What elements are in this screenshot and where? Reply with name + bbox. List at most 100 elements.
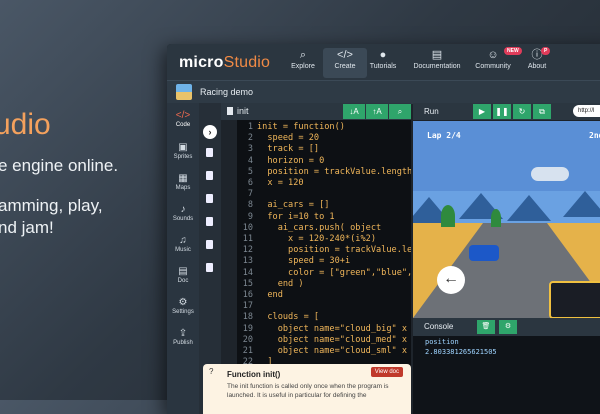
line-number: 17 (242, 301, 253, 312)
line-number: 7 (247, 189, 253, 200)
nav-label: Explore (291, 63, 315, 70)
race-position: 2nd (589, 131, 600, 140)
line-number: 11 (242, 234, 253, 244)
sidebar-label: Sprites (173, 154, 193, 160)
code-line: clouds = [ (257, 312, 320, 323)
code-line: x = 120 (257, 178, 304, 188)
code-line: end ) (257, 278, 304, 289)
code-line: color = ["green","blue","yellow (288, 267, 411, 278)
console-settings-button[interactable]: ⚙ (499, 320, 517, 334)
upload-icon: ⇪ (178, 328, 188, 339)
nav-tutorials[interactable]: ● Tutorials (361, 48, 405, 78)
map-icon: ▦ (178, 173, 188, 184)
clear-console-button[interactable]: 🗑 (477, 320, 495, 334)
code-line: position = trackValue.length-1 (288, 245, 411, 256)
line-number: 13 (242, 256, 253, 267)
nav-label: Documentation (413, 63, 461, 70)
doc-icon: ▤ (178, 266, 188, 277)
app-logo[interactable]: microStudio (179, 54, 270, 72)
code-line: track = [] (257, 144, 320, 155)
line-number: 8 (247, 200, 253, 211)
file-icon[interactable] (206, 263, 213, 272)
editor-header: init ↓A ↑A ⌕ (221, 103, 411, 120)
doc-text: The init function is called only once wh… (227, 383, 389, 399)
code-line: ai_cars.push( object (257, 222, 382, 233)
font-smaller-button[interactable]: ↓A (343, 104, 365, 119)
logo-micro: micro (179, 54, 224, 71)
file-icon[interactable] (206, 194, 213, 203)
code-icon: </> (175, 110, 191, 121)
hero-line-2: amming, play, (0, 196, 103, 215)
project-bar: Racing demo (167, 80, 600, 104)
nav-about[interactable]: ⓘ About (517, 48, 557, 78)
run-header: Run ▶ ❚❚ ↻ ⧉ http://l (413, 103, 600, 120)
line-number: 10 (242, 222, 253, 233)
sidebar-item-music[interactable]: ♫ Music (167, 234, 199, 253)
microstudio-window: microStudio ⌕ Explore </> Create ● Tutor… (167, 44, 600, 414)
run-url-field[interactable]: http://l (573, 105, 600, 117)
search-icon: ⌕ (299, 49, 307, 61)
sidebar-item-maps[interactable]: ▦ Maps (167, 172, 199, 191)
cloud (531, 167, 569, 181)
nav-label: Community (475, 63, 511, 70)
file-icon[interactable] (206, 148, 213, 157)
play-button[interactable]: ▶ (473, 104, 491, 119)
tool-sidebar: </> Code ▣ Sprites ▦ Maps ♪ Sounds ♫ Music ▤ D… (167, 103, 199, 414)
sidebar-item-publish[interactable]: ⇪ Publish (167, 327, 199, 346)
logo-studio: Studio (223, 54, 271, 71)
reload-button[interactable]: ↻ (513, 104, 531, 119)
file-icon[interactable] (206, 240, 213, 249)
line-number: 21 (242, 346, 253, 356)
code-line: speed = 20 (257, 133, 320, 144)
mountain (507, 195, 551, 221)
code-line: object name="cloud_sml" x = 120 y (277, 346, 408, 356)
game-preview[interactable]: Lap 2/4 2nd ← (413, 121, 600, 318)
view-doc-button[interactable]: View doc (370, 367, 403, 377)
player-car (549, 281, 600, 318)
font-larger-button[interactable]: ↑A (366, 104, 388, 119)
code-line: position = trackValue.length-1 (257, 166, 411, 177)
nav-documentation[interactable]: ▤ Documentation (411, 48, 463, 78)
palm-tree (491, 209, 501, 227)
sidebar-label: Music (175, 247, 191, 253)
line-number: 2 (247, 133, 253, 144)
nav-explore[interactable]: ⌕ Explore (281, 48, 325, 78)
nav-label: About (527, 63, 547, 70)
console-label: Console (424, 322, 454, 331)
console-output[interactable]: position 2.803381265621505 (413, 336, 600, 414)
line-number: 12 (242, 245, 253, 256)
line-number: 14 (242, 267, 253, 278)
ai-car (469, 245, 499, 261)
sidebar-label: Settings (172, 309, 194, 315)
sidebar-label: Code (175, 122, 191, 128)
sidebar-item-sounds[interactable]: ♪ Sounds (167, 203, 199, 222)
line-number: 4 (247, 155, 253, 166)
collapse-chevron-icon[interactable]: › (203, 125, 217, 139)
search-button[interactable]: ⌕ (389, 104, 411, 119)
project-title: Racing demo (200, 87, 254, 97)
line-number: 1 (247, 122, 253, 132)
sidebar-label: Publish (173, 340, 193, 346)
pause-button[interactable]: ❚❚ (493, 104, 511, 119)
sidebar-label: Maps (175, 185, 191, 191)
sidebar-item-doc[interactable]: ▤ Doc (167, 265, 199, 284)
detach-button[interactable]: ⧉ (533, 104, 551, 119)
nav-label: Create (334, 63, 356, 70)
sidebar-item-sprites[interactable]: ▣ Sprites (167, 141, 199, 160)
nav-label: Tutorials (369, 63, 397, 70)
code-line: horizon = 0 (257, 155, 325, 166)
code-line: ai_cars = [] (257, 200, 330, 211)
run-panel: Run ▶ ❚❚ ↻ ⧉ http://l Lap 2/4 2nd ← Cons (413, 103, 600, 414)
project-thumbnail[interactable] (176, 84, 192, 100)
line-number: 3 (247, 144, 253, 155)
file-icon[interactable] (206, 171, 213, 180)
line-number: 20 (242, 334, 253, 345)
file-icon[interactable] (206, 217, 213, 226)
sidebar-item-code[interactable]: </> Code (167, 109, 199, 128)
book-icon: ▤ (431, 49, 443, 61)
palm-tree (441, 205, 455, 227)
sidebar-item-settings[interactable]: ⚙ Settings (167, 296, 199, 315)
hero-section: udio e engine online. amming, play, nd j… (0, 0, 160, 400)
code-line: for i=10 to 1 (257, 211, 335, 222)
left-arrow-icon[interactable]: ← (437, 266, 465, 294)
